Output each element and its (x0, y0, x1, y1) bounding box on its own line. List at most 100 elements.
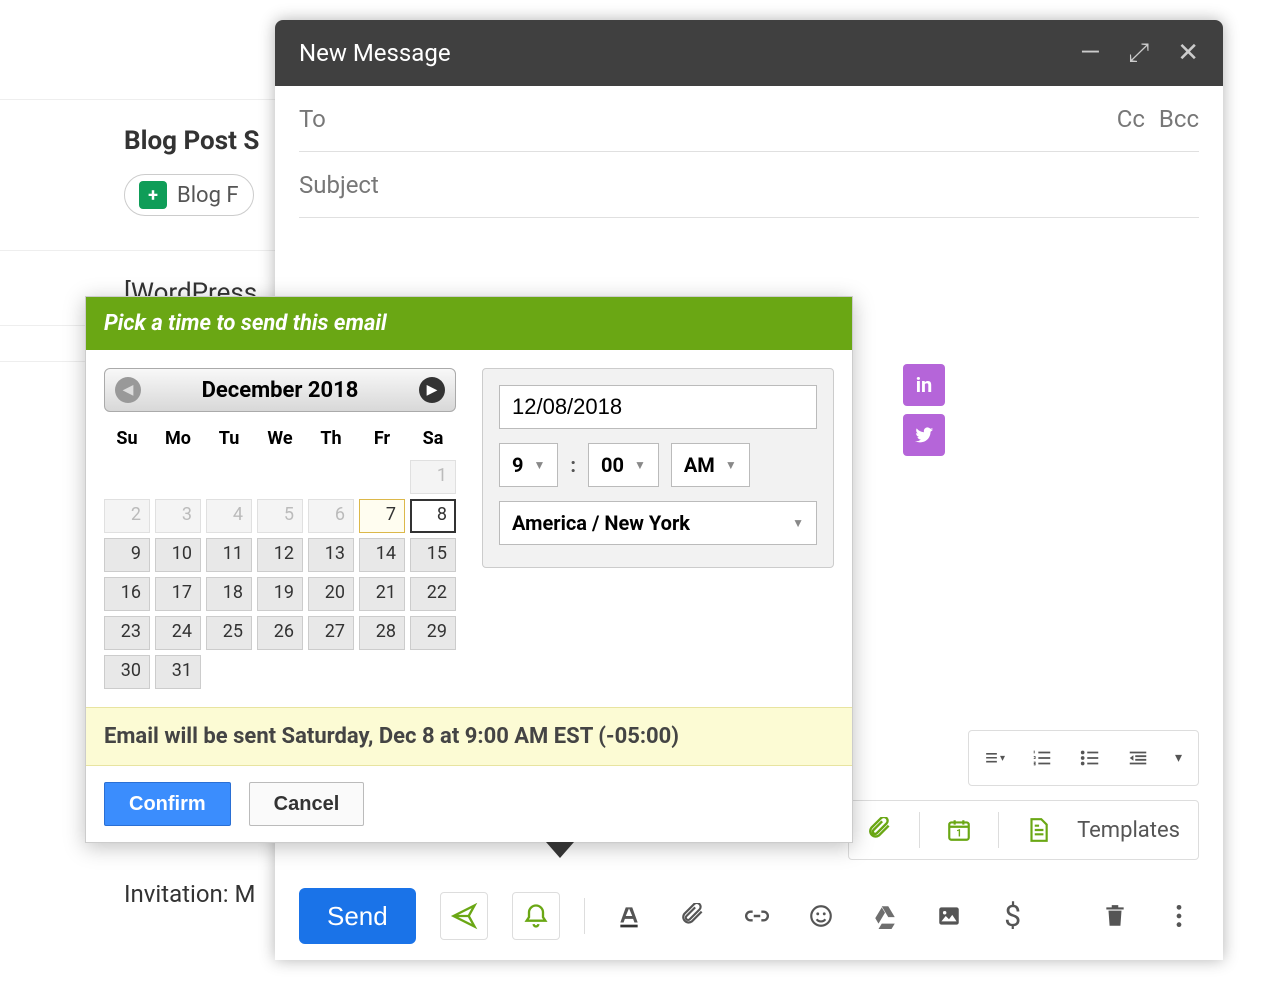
send-later-icon[interactable] (440, 892, 488, 940)
calendar-day: 2 (104, 499, 150, 533)
calendar-day (206, 655, 252, 689)
calendar-day (308, 460, 354, 494)
calendar-day[interactable]: 30 (104, 655, 150, 689)
date-input[interactable] (499, 385, 817, 429)
calendar-day[interactable]: 21 (359, 577, 405, 611)
social-column: in (903, 364, 945, 456)
text-format-icon[interactable] (609, 903, 649, 929)
calendar-day: 1 (410, 460, 456, 494)
calendar-day[interactable]: 11 (206, 538, 252, 572)
calendar-dow: Su (104, 422, 150, 455)
calendar-nav: ◀ December 2018 ▶ (104, 368, 456, 412)
calendar-day[interactable]: 14 (359, 538, 405, 572)
to-field[interactable]: To Cc Bcc (299, 86, 1199, 152)
calendar-day (308, 655, 354, 689)
calendar-day[interactable]: 18 (206, 577, 252, 611)
calendar-day[interactable]: 10 (155, 538, 201, 572)
calendar-day[interactable]: 22 (410, 577, 456, 611)
calendar-day[interactable]: 12 (257, 538, 303, 572)
invitation-row: Invitation: M (124, 880, 256, 908)
calendar-day[interactable]: 8 (410, 499, 456, 533)
link-icon[interactable] (737, 903, 777, 929)
attachment-icon[interactable] (673, 903, 713, 929)
image-icon[interactable] (929, 903, 969, 929)
compose-title: New Message (299, 39, 1080, 67)
sheets-chip-label: Blog F (177, 183, 239, 208)
schedule-picker: Pick a time to send this email ◀ Decembe… (85, 296, 853, 843)
bulleted-list-icon[interactable] (1079, 747, 1101, 769)
reminder-icon[interactable] (512, 892, 560, 940)
calendar-day (155, 460, 201, 494)
more-format-icon[interactable]: ▾ (1175, 750, 1182, 766)
ampm-dropdown[interactable]: AM▼ (671, 443, 750, 487)
attach-toolbar: 1 Templates (848, 800, 1199, 860)
timezone-dropdown[interactable]: America / New York▼ (499, 501, 817, 545)
subject-field[interactable]: Subject (299, 152, 1199, 218)
thread-heading: Blog Post S (124, 126, 280, 156)
time-controls: 9▼ : 00▼ AM▼ America / New York▼ (482, 368, 834, 568)
money-icon[interactable]: $ (993, 899, 1033, 934)
hour-dropdown[interactable]: 9▼ (499, 443, 558, 487)
next-month-icon[interactable]: ▶ (419, 377, 445, 403)
calendar-day: 6 (308, 499, 354, 533)
calendar-day[interactable]: 26 (257, 616, 303, 650)
twitter-icon[interactable] (903, 414, 945, 456)
calendar-day[interactable]: 7 (359, 499, 405, 533)
calendar-day[interactable]: 31 (155, 655, 201, 689)
close-icon[interactable]: ✕ (1177, 38, 1199, 69)
sheets-attachment-chip[interactable]: + Blog F (124, 174, 254, 216)
calendar-dow: Sa (410, 422, 456, 455)
sheets-icon: + (139, 181, 167, 209)
calendar-day (257, 460, 303, 494)
calendar-day[interactable]: 24 (155, 616, 201, 650)
calendar-day: 3 (155, 499, 201, 533)
calendar-dow: We (257, 422, 303, 455)
calendar-day[interactable]: 13 (308, 538, 354, 572)
calendar-icon[interactable]: 1 (946, 817, 972, 843)
calendar-day[interactable]: 29 (410, 616, 456, 650)
outdent-icon[interactable] (1127, 747, 1149, 769)
calendar-day: 4 (206, 499, 252, 533)
bcc-link[interactable]: Bcc (1159, 105, 1199, 133)
cc-link[interactable]: Cc (1117, 105, 1145, 133)
calendar-day[interactable]: 9 (104, 538, 150, 572)
send-button[interactable]: Send (299, 888, 416, 944)
emoji-icon[interactable] (801, 903, 841, 929)
calendar-day (206, 460, 252, 494)
minimize-icon[interactable]: — (1080, 38, 1100, 69)
calendar-day[interactable]: 27 (308, 616, 354, 650)
calendar-dow: Fr (359, 422, 405, 455)
align-icon[interactable]: ≡ ▾ (985, 745, 1005, 771)
drive-icon[interactable] (865, 903, 905, 929)
calendar-day[interactable]: 20 (308, 577, 354, 611)
minute-dropdown[interactable]: 00▼ (588, 443, 659, 487)
templates-icon[interactable] (1025, 817, 1051, 843)
cancel-button[interactable]: Cancel (249, 782, 365, 826)
calendar-day[interactable]: 23 (104, 616, 150, 650)
calendar: ◀ December 2018 ▶ SuMoTuWeThFrSa12345678… (104, 368, 456, 689)
calendar-day[interactable]: 19 (257, 577, 303, 611)
calendar-day[interactable]: 15 (410, 538, 456, 572)
calendar-day[interactable]: 17 (155, 577, 201, 611)
compose-header: New Message — ⤢ ✕ (275, 20, 1223, 86)
svg-text:1: 1 (956, 829, 962, 840)
calendar-day (104, 460, 150, 494)
calendar-day[interactable]: 28 (359, 616, 405, 650)
numbered-list-icon[interactable] (1031, 747, 1053, 769)
calendar-dow: Mo (155, 422, 201, 455)
attach-icon[interactable] (867, 817, 893, 843)
trash-icon[interactable] (1095, 903, 1135, 929)
calendar-day[interactable]: 25 (206, 616, 252, 650)
compose-bottom-toolbar: Send $ (275, 872, 1223, 960)
calendar-month-label: December 2018 (202, 378, 359, 403)
picker-footer: Confirm Cancel (86, 766, 852, 842)
picker-pointer-icon (546, 842, 574, 858)
prev-month-icon[interactable]: ◀ (115, 377, 141, 403)
more-icon[interactable] (1159, 903, 1199, 929)
confirm-button[interactable]: Confirm (104, 782, 231, 826)
format-toolbar: ≡ ▾ ▾ (968, 730, 1199, 786)
expand-icon[interactable]: ⤢ (1128, 38, 1149, 69)
linkedin-icon[interactable]: in (903, 364, 945, 406)
calendar-day[interactable]: 16 (104, 577, 150, 611)
templates-label[interactable]: Templates (1077, 818, 1180, 843)
